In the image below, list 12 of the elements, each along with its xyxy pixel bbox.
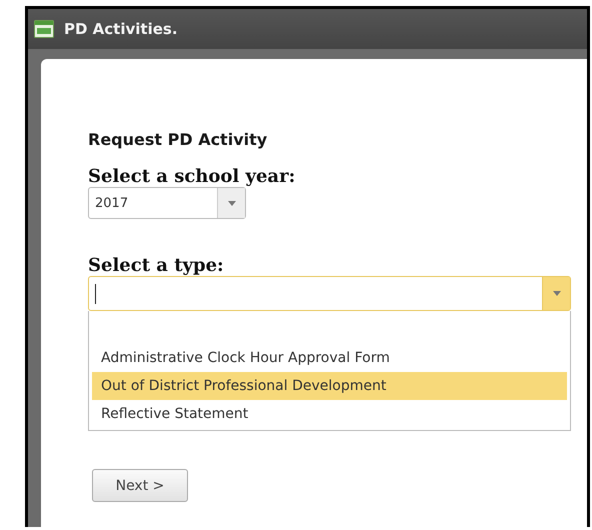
caret-icon <box>228 200 236 206</box>
school-year-dropdown[interactable]: 2017 <box>88 187 246 219</box>
window-title: PD Activities. <box>64 20 178 38</box>
dropdown-option[interactable]: Out of District Professional Development <box>92 372 567 400</box>
dropdown-option[interactable]: Reflective Statement <box>92 400 567 428</box>
form-heading: Request PD Activity <box>88 130 268 149</box>
window-icon <box>34 20 54 38</box>
field-label: Select a type: <box>88 255 224 276</box>
caret-icon <box>552 291 560 296</box>
dropdown-option[interactable]: Administrative Clock Hour Approval Form <box>92 344 567 372</box>
next-button[interactable]: Next > <box>92 469 188 502</box>
field-label: Select a school year: <box>88 166 296 187</box>
